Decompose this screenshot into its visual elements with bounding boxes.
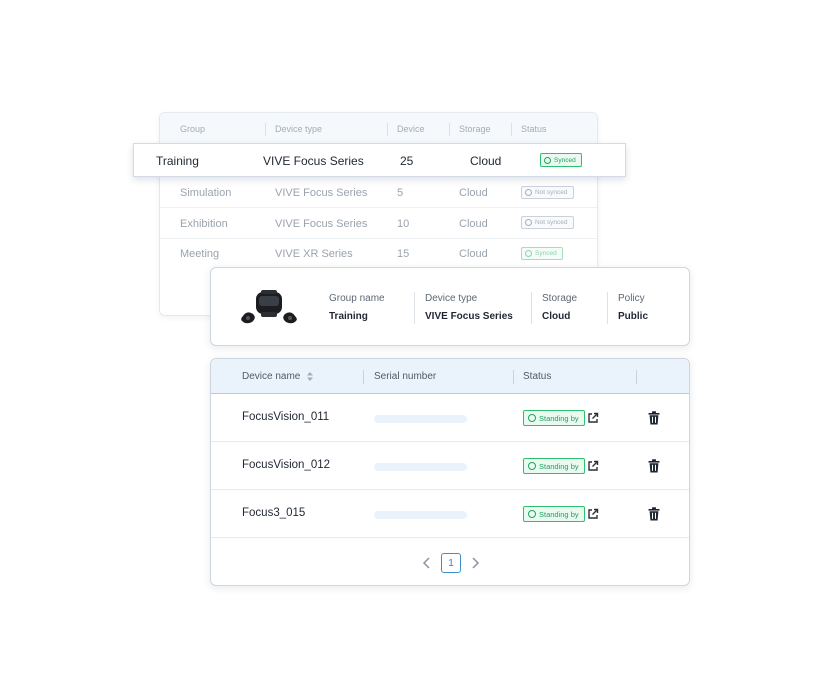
status-badge: Synced [540, 153, 582, 167]
header-divider [387, 123, 388, 136]
storage-cell: Cloud [459, 248, 488, 260]
external-link-icon[interactable] [587, 460, 599, 472]
detail-divider [531, 292, 532, 324]
table-row[interactable]: Exhibition VIVE Focus Series 10 Cloud No… [160, 209, 597, 239]
header-group: Group [180, 124, 206, 134]
storage-value: Cloud [542, 311, 571, 322]
sort-icon[interactable] [307, 371, 314, 381]
storage-cell: Cloud [459, 218, 488, 230]
check-circle-icon [525, 250, 532, 257]
group-cell: Simulation [180, 187, 232, 199]
storage-cell: Cloud [459, 187, 488, 199]
check-circle-icon [528, 462, 536, 470]
policy-value: Public [618, 311, 649, 322]
pagination: 1 [211, 552, 689, 576]
device-name-cell: FocusVision_011 [242, 411, 330, 423]
status-badge: Standing by [523, 410, 585, 426]
trash-icon[interactable] [648, 459, 660, 473]
detail-divider [607, 292, 608, 324]
group-detail-card: Group name Training Device type VIVE Foc… [210, 267, 690, 346]
vr-headset-icon [241, 290, 297, 324]
header-storage: Storage [459, 124, 491, 134]
device-type-value: VIVE Focus Series [425, 311, 513, 322]
status-badge: Standing by [523, 506, 585, 522]
device-type-cell: VIVE Focus Series [275, 187, 368, 199]
table-row[interactable]: FocusVision_011 Standing by [211, 394, 689, 442]
trash-icon[interactable] [648, 507, 660, 521]
external-link-icon[interactable] [587, 508, 599, 520]
device-type-cell: VIVE Focus Series [263, 154, 364, 168]
serial-number-placeholder [374, 511, 467, 519]
table-row[interactable]: Focus3_015 Standing by [211, 490, 689, 538]
device-type-cell: VIVE XR Series [275, 248, 353, 260]
trash-icon[interactable] [648, 411, 660, 425]
status-text: Synced [535, 250, 557, 257]
check-circle-icon [528, 414, 536, 422]
status-text: Synced [554, 156, 576, 164]
status-circle-icon [525, 219, 532, 226]
table-row-training-selected[interactable]: Training VIVE Focus Series 25 Cloud Sync… [133, 143, 626, 177]
status-badge: Standing by [523, 458, 585, 474]
table-row[interactable]: FocusVision_012 Standing by [211, 442, 689, 490]
devices-table-header: Device name Serial number Status [211, 359, 689, 394]
check-circle-icon [544, 156, 551, 164]
detail-divider [414, 292, 415, 324]
header-divider [265, 123, 266, 136]
status-text: Standing by [539, 461, 579, 471]
table-row[interactable]: Meeting VIVE XR Series 15 Cloud Synced [160, 239, 597, 269]
external-link-icon[interactable] [587, 412, 599, 424]
chevron-left-icon[interactable] [420, 555, 434, 571]
group-name-label: Group name [329, 293, 385, 304]
device-count-cell: 10 [397, 218, 410, 230]
status-text: Standing by [539, 413, 579, 423]
device-name-cell: FocusVision_012 [242, 459, 331, 471]
check-circle-icon [528, 510, 536, 518]
header-divider [636, 370, 637, 384]
header-divider [511, 123, 512, 136]
device-count-cell: 15 [397, 248, 410, 260]
header-divider [449, 123, 450, 136]
status-circle-icon [525, 189, 532, 196]
status-badge: Not synced [521, 186, 574, 199]
group-cell: Training [156, 154, 199, 168]
group-cell: Meeting [180, 248, 220, 260]
groups-table-header: Group Device type Device Storage Status [160, 113, 597, 146]
header-status: Status [523, 371, 552, 382]
status-text: Not synced [535, 189, 568, 196]
header-divider [513, 370, 514, 384]
group-name-value: Training [329, 311, 368, 322]
devices-table: Device name Serial number Status FocusVi… [210, 358, 690, 586]
serial-number-placeholder [374, 415, 467, 423]
storage-label: Storage [542, 293, 578, 304]
header-divider [363, 370, 364, 384]
device-name-cell: Focus3_015 [242, 507, 306, 519]
group-cell: Exhibition [180, 218, 228, 230]
header-device-name[interactable]: Device name [242, 371, 314, 382]
device-count-cell: 5 [397, 187, 404, 199]
header-device-type: Device type [275, 124, 323, 134]
serial-number-placeholder [374, 463, 467, 471]
header-device-name-label: Device name [242, 371, 301, 382]
status-text: Standing by [539, 509, 579, 519]
status-badge: Synced [521, 247, 563, 260]
device-type-cell: VIVE Focus Series [275, 218, 368, 230]
page-button-current[interactable]: 1 [441, 553, 461, 573]
status-text: Not synced [535, 219, 568, 226]
storage-cell: Cloud [470, 154, 502, 168]
chevron-right-icon[interactable] [468, 555, 482, 571]
device-count-cell: 25 [400, 154, 414, 168]
header-status: Status [521, 124, 547, 134]
device-type-label: Device type [425, 293, 478, 304]
status-badge: Not synced [521, 216, 574, 229]
table-row[interactable]: Simulation VIVE Focus Series 5 Cloud Not… [160, 178, 597, 208]
header-device: Device [397, 124, 425, 134]
header-serial-number: Serial number [374, 371, 437, 382]
policy-label: Policy [618, 293, 645, 304]
